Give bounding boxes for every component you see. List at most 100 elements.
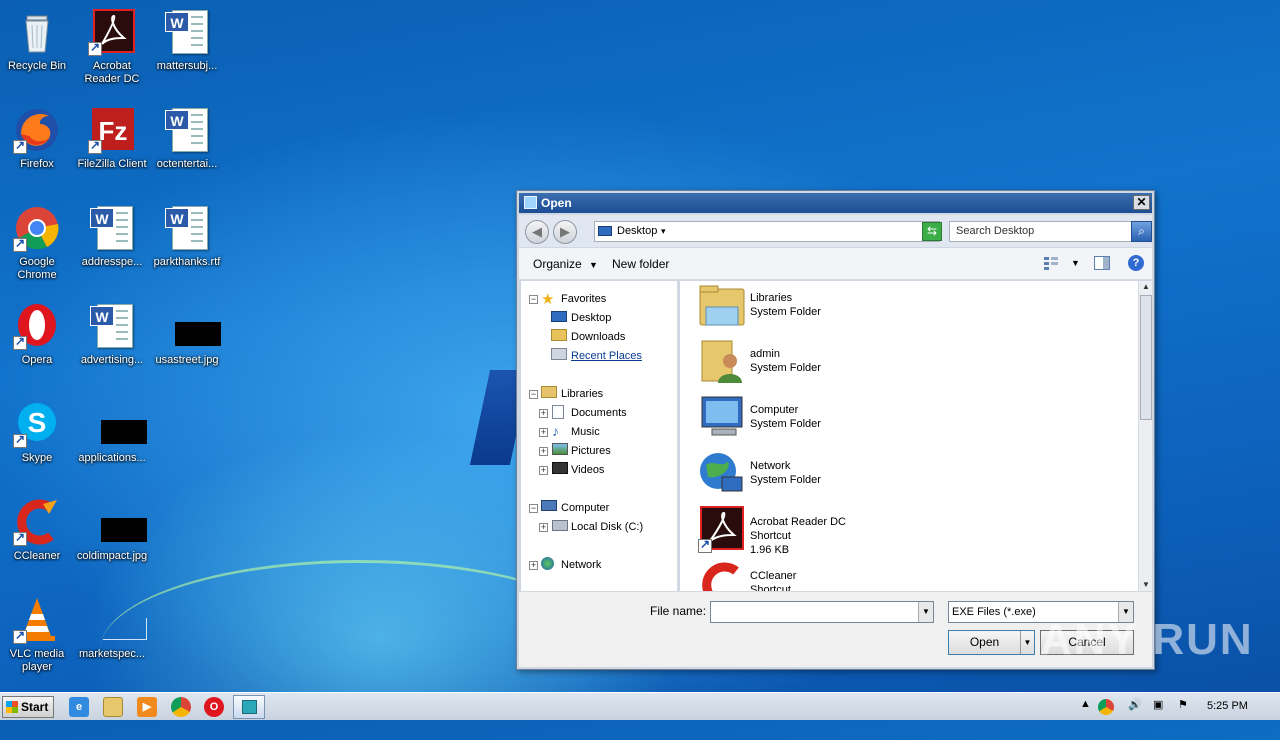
expand-documents-icon[interactable]: + [539,409,548,418]
start-button[interactable]: Start [2,696,54,718]
open-dialog-taskbar-button[interactable] [233,695,265,719]
internet-explorer-icon[interactable]: e [69,697,89,717]
shortcut-arrow-icon [13,628,27,644]
expand-pictures-icon[interactable]: + [539,447,548,456]
nav-computer[interactable]: Computer [561,501,609,515]
nav-downloads[interactable]: Downloads [571,330,625,344]
refresh-button[interactable]: ⇆ [922,222,942,241]
back-button[interactable]: ◀ [525,220,549,244]
chrome-tray-icon[interactable] [1098,699,1114,715]
address-field[interactable]: Desktop ▾ ▼ [594,221,940,242]
volume-icon[interactable]: 🔊 [1128,698,1142,711]
collapse-computer-icon[interactable]: − [529,504,538,513]
music-icon: ♪ [552,423,559,439]
show-hidden-icons-icon[interactable]: ▲ [1080,698,1091,710]
organize-button[interactable]: Organize ▼ [533,257,598,271]
nav-libraries[interactable]: Libraries [561,387,603,401]
start-label: Start [21,700,49,714]
file-name-dropdown-icon[interactable]: ▼ [918,602,933,622]
list-item-computer[interactable]: Computer System Folder [698,393,998,447]
view-options-icon[interactable] [1043,256,1059,270]
nav-pictures[interactable]: Pictures [571,444,611,458]
image-thumbnail-icon [88,498,147,546]
nav-recent-places[interactable]: Recent Places [571,349,642,363]
list-item-libraries[interactable]: Libraries System Folder [698,281,998,335]
close-button[interactable]: ✕ [1133,195,1150,210]
desktop-icon-marketspec[interactable]: marketspec... [75,596,149,661]
new-folder-button[interactable]: New folder [612,257,669,271]
recycle-bin-icon [13,8,61,56]
media-player-icon[interactable]: ▶ [137,697,157,717]
item-name: Acrobat Reader DC [750,516,846,528]
nav-documents[interactable]: Documents [571,406,627,420]
breadcrumb-chevron-icon[interactable]: ▾ [661,222,666,241]
forward-button[interactable]: ▶ [553,220,577,244]
collapse-libraries-icon[interactable]: − [529,390,538,399]
desktop-icon-ccleaner[interactable]: CCleaner [0,498,74,563]
vertical-scrollbar[interactable]: ▲ ▼ [1138,281,1152,591]
windows-logo-icon [6,701,18,713]
network-tray-icon[interactable]: ▣ [1153,698,1163,711]
desktop-icon-vlc[interactable]: VLC media player [0,596,74,674]
clock[interactable]: 5:25 PM [1207,700,1248,712]
desktop-icon-opera[interactable]: Opera [0,302,74,367]
nav-videos[interactable]: Videos [571,463,604,477]
ccleaner-icon [698,561,746,591]
action-center-flag-icon[interactable]: ⚑ [1178,698,1188,711]
expand-network-icon[interactable]: + [529,561,538,570]
collapse-favorites-icon[interactable]: − [529,295,538,304]
nav-music[interactable]: Music [571,425,600,439]
scroll-down-arrow-icon[interactable]: ▼ [1139,579,1153,591]
desktop-icon-skype[interactable]: S Skype [0,400,74,465]
desktop-icon-parkthanks[interactable]: W parkthanks.rtf [150,204,224,269]
desktop-icon-coldimpact[interactable]: coldimpact.jpg [75,498,149,563]
nav-desktop[interactable]: Desktop [571,311,611,325]
scroll-up-arrow-icon[interactable]: ▲ [1139,281,1153,293]
nav-local-disk[interactable]: Local Disk (C:) [571,520,643,534]
word-doc-icon: W [88,302,136,350]
scrollbar-thumb[interactable] [1140,295,1152,420]
desktop-icon-usastreet[interactable]: usastreet.jpg [150,302,224,367]
search-input[interactable]: Search Desktop [949,221,1132,242]
item-type: System Folder [750,306,821,318]
dialog-titlebar[interactable]: Open ✕ [519,193,1152,213]
desktop-icon [551,311,567,322]
file-explorer-icon[interactable] [103,697,123,717]
desktop-icon-octentertai[interactable]: W octentertai... [150,106,224,171]
open-button[interactable]: Open ▼ [948,630,1035,655]
desktop-icon-mattersubj[interactable]: W mattersubj... [150,8,224,73]
desktop-icon-chrome[interactable]: Google Chrome [0,204,74,282]
list-item-acrobat[interactable]: Acrobat Reader DC Shortcut 1.96 KB [698,505,998,559]
word-doc-icon: W [163,106,211,154]
search-icon[interactable]: ⌕ [1131,221,1152,242]
desktop-icon-firefox[interactable]: Firefox [0,106,74,171]
help-icon[interactable]: ? [1128,255,1144,271]
word-doc-icon: W [163,204,211,252]
list-item-ccleaner[interactable]: CCleaner Shortcut [698,561,998,591]
file-name-input[interactable]: ▼ [710,601,934,623]
expand-local-disk-icon[interactable]: + [539,523,548,532]
nav-network[interactable]: Network [561,558,601,572]
preview-pane-icon[interactable] [1094,256,1110,270]
image-thumbnail-icon [163,302,221,350]
desktop-icon-recycle-bin[interactable]: Recycle Bin [0,8,74,73]
dialog-app-icon [524,196,537,209]
opera-taskbar-icon[interactable]: O [204,697,224,717]
acrobat-icon [698,505,746,553]
item-type: Shortcut [750,584,791,591]
nav-favorites[interactable]: Favorites [561,292,606,306]
desktop-icon-applications[interactable]: applications... [75,400,149,465]
desktop-icon-addresspe[interactable]: W addresspe... [75,204,149,269]
expand-music-icon[interactable]: + [539,428,548,437]
list-item-network[interactable]: Network System Folder [698,449,998,503]
desktop-icon-acrobat[interactable]: Acrobat Reader DC [75,8,149,86]
desktop-icon-label: addresspe... [81,256,143,268]
view-dropdown-icon[interactable]: ▼ [1071,258,1080,268]
open-split-dropdown-icon[interactable]: ▼ [1020,631,1034,654]
desktop-icon-advertising[interactable]: W advertising... [75,302,149,367]
desktop-icon-filezilla[interactable]: Fz FileZilla Client [75,106,149,171]
shortcut-arrow-icon [13,432,27,448]
list-item-admin[interactable]: admin System Folder [698,337,998,391]
expand-videos-icon[interactable]: + [539,466,548,475]
chrome-taskbar-icon[interactable] [171,697,191,717]
